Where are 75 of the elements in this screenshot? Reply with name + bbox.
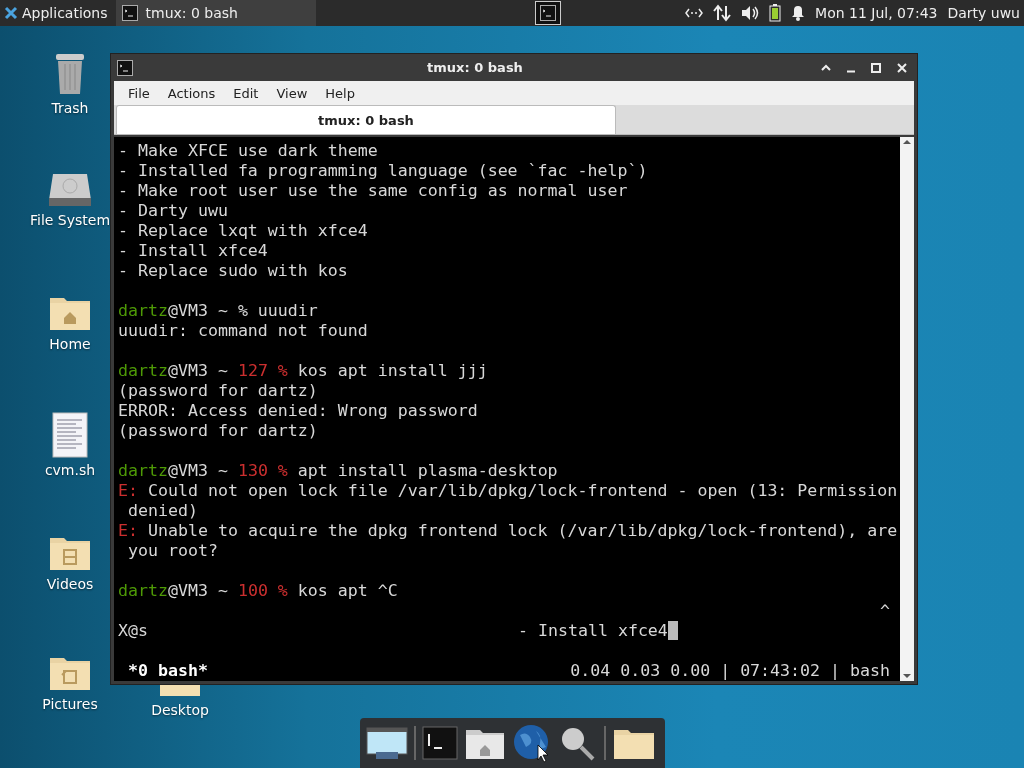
menu-item[interactable]: Help	[317, 83, 363, 103]
terminal-text: (password for dartz)	[118, 421, 318, 441]
workspace-button[interactable]	[535, 1, 562, 25]
desktop-icon-label[interactable]: Videos	[46, 576, 94, 592]
clock[interactable]: Mon 11 Jul, 07:43	[815, 5, 938, 21]
terminal-text: - Install xfce4	[518, 621, 668, 640]
xfce-logo-icon	[4, 6, 18, 20]
terminal-text: Could not open lock file /var/lib/dpkg/lock-frontend - open (13: Permission	[148, 481, 898, 501]
terminal-text: apt install plasma-desktop	[297, 461, 558, 481]
terminal-text: (password for dartz)	[118, 381, 318, 401]
terminal-text: @VM3 ~	[167, 461, 228, 481]
desktop-icon-label[interactable]: Trash	[51, 100, 89, 116]
bell-icon[interactable]	[791, 5, 806, 21]
terminal-text: ^	[880, 601, 890, 621]
scrollbar[interactable]	[900, 137, 914, 681]
prompt-user: dartz	[118, 461, 168, 481]
terminal-text: you root?	[127, 541, 218, 561]
desktop-icon-label[interactable]: Home	[49, 336, 91, 352]
show-desktop-button[interactable]	[366, 726, 408, 760]
terminal-text: - Make XFCE use dark theme	[118, 141, 378, 161]
desktop-icon-label[interactable]: cvm.sh	[44, 462, 96, 478]
terminal-icon	[117, 59, 133, 76]
battery-icon[interactable]	[769, 4, 782, 22]
error-code: E:	[118, 521, 138, 541]
applications-menu[interactable]: Applications	[0, 0, 112, 26]
tab[interactable]: tmux: 0 bash	[116, 105, 616, 134]
error-code: 130 %	[237, 461, 288, 481]
terminal-text: - Install xfce4	[118, 241, 268, 261]
maximize-icon	[870, 61, 882, 74]
terminal-text: - Darty uwu	[118, 201, 228, 221]
window-list: *0 bash*	[128, 661, 208, 681]
terminal-launcher[interactable]	[422, 726, 458, 760]
error-code: E:	[118, 481, 138, 501]
terminal-text: Unable to acquire the dpkg frontend lock (/var/lib/dpkg/lock-frontend), are	[148, 521, 898, 541]
menu-item[interactable]: File	[120, 83, 158, 103]
taskbar-button[interactable]: tmux: 0 bash	[115, 0, 316, 26]
terminal-text: kos apt install jjj	[297, 361, 488, 381]
terminal-text: kos apt ^C	[297, 581, 398, 601]
desktop-icon-label[interactable]: Pictures	[42, 696, 98, 712]
error-code: 100 %	[237, 581, 288, 601]
scroll-up-icon[interactable]	[902, 137, 912, 147]
volume-icon[interactable]	[741, 5, 760, 21]
minimize-icon	[846, 70, 856, 74]
hard-drive-icon	[47, 172, 93, 208]
status-info: 0.04 0.03 0.00 | 07:43:02 | bash	[570, 661, 890, 681]
desktop-icon-label[interactable]: File System	[29, 212, 111, 228]
terminal-text: @VM3 ~	[167, 361, 228, 381]
prompt-user: dartz	[118, 581, 168, 601]
terminal-text: uuudir: command not found	[118, 321, 368, 341]
terminal-icon	[540, 5, 557, 21]
terminal-text: ERROR: Access denied: Wrong password	[118, 401, 478, 421]
terminal-text: - Installed fa programming language (see `fac -help`)	[118, 161, 648, 181]
terminal-text: - Replace sudo with kos	[118, 261, 348, 281]
terminal-text: @VM3 ~ % uuudir	[167, 301, 318, 321]
trash-icon	[53, 52, 87, 96]
menu-item[interactable]: Actions	[159, 83, 224, 103]
menu-item[interactable]: Edit	[225, 83, 267, 103]
prompt-user: dartz	[118, 301, 168, 321]
user-name[interactable]: Darty uwu	[947, 5, 1020, 21]
close-icon	[896, 61, 908, 74]
terminal-text: - Make root user use the same config as normal user	[118, 181, 628, 201]
terminal-text: X@s	[118, 621, 149, 641]
terminal-text: denied)	[127, 501, 198, 521]
window-title: tmux: 0 bash	[426, 60, 524, 76]
error-code: 127 %	[237, 361, 288, 381]
terminal-text: @VM3 ~	[167, 581, 228, 601]
desktop-icon-label[interactable]: Desktop	[151, 702, 209, 718]
scroll-down-icon[interactable]	[902, 671, 912, 681]
document-icon	[52, 412, 88, 458]
terminal-icon	[121, 5, 138, 21]
terminal-text: - Replace lxqt with xfce4	[118, 221, 368, 241]
menu-item[interactable]: View	[268, 83, 316, 103]
transfer-arrows-icon[interactable]	[713, 4, 732, 22]
network-icon[interactable]	[685, 7, 704, 19]
prompt-user: dartz	[118, 361, 168, 381]
